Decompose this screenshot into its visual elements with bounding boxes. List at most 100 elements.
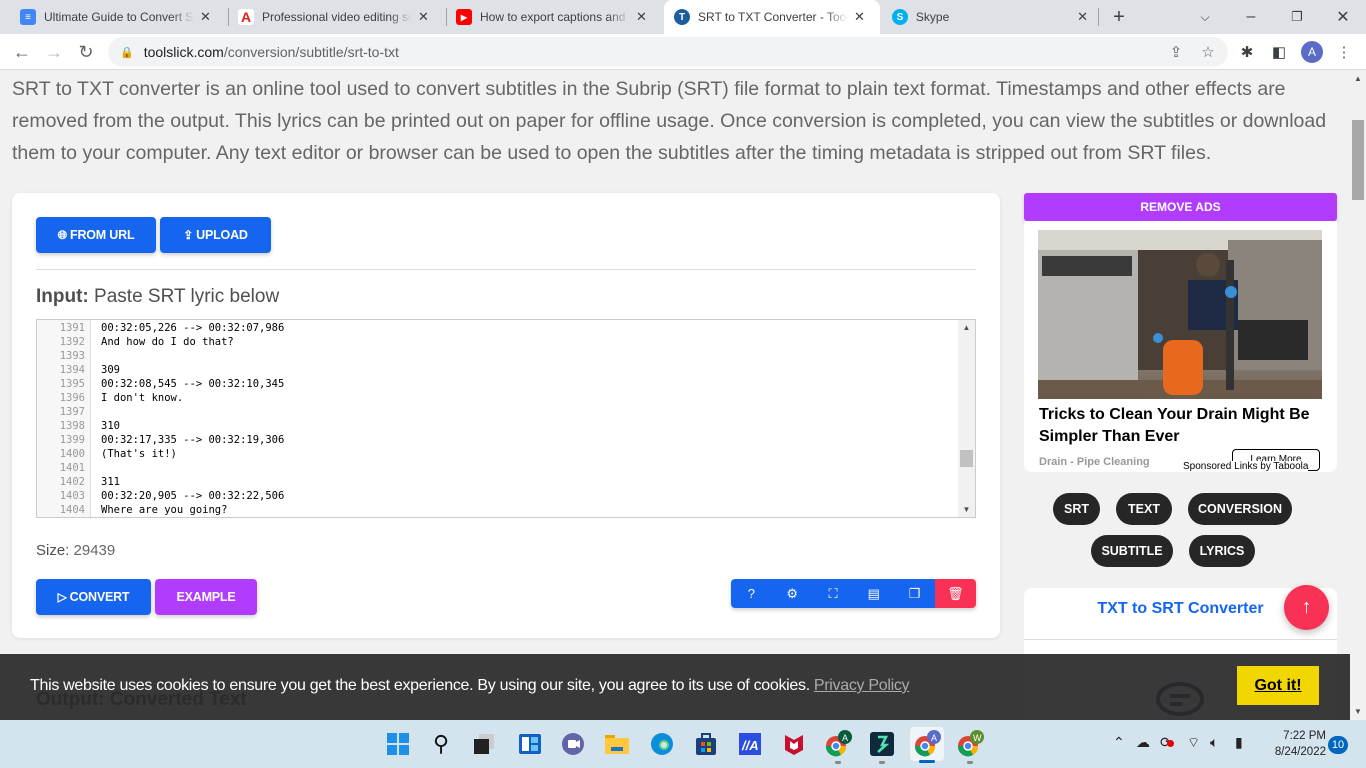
reload-button[interactable]: ↻ bbox=[74, 40, 98, 64]
sponsored-ad[interactable]: Tricks to Clean Your Drain Might Be Simp… bbox=[1024, 221, 1337, 472]
file-explorer-icon[interactable] bbox=[603, 730, 631, 758]
upload-button[interactable]: ⇪ UPLOAD bbox=[160, 217, 271, 253]
privacy-policy-link[interactable]: Privacy Policy bbox=[814, 677, 910, 694]
scroll-down-arrow-icon[interactable]: ▼ bbox=[1350, 707, 1366, 716]
help-icon[interactable]: ? bbox=[731, 579, 772, 608]
settings-gear-icon[interactable]: ⚙ bbox=[771, 579, 813, 608]
code-line[interactable]: (That's it!) bbox=[101, 447, 177, 461]
tag-conversion[interactable]: CONVERSION bbox=[1188, 493, 1292, 525]
code-line[interactable]: And how do I do that? bbox=[101, 335, 234, 349]
new-tab-button[interactable]: + bbox=[1096, 0, 1142, 34]
chrome-profile-w-icon[interactable]: W bbox=[956, 730, 984, 764]
code-line[interactable]: 310 bbox=[101, 419, 120, 433]
close-tab-icon[interactable]: ✕ bbox=[854, 9, 865, 25]
convert-button[interactable]: ▷ CONVERT bbox=[36, 579, 151, 615]
tab-adobe[interactable]: A Professional video editing software ✕ bbox=[228, 0, 444, 34]
scroll-up-arrow-icon[interactable]: ▲ bbox=[958, 323, 975, 332]
code-line[interactable]: Where are you going? bbox=[101, 503, 227, 517]
upload-icon: ⇪ bbox=[183, 228, 194, 242]
widgets-icon[interactable] bbox=[516, 730, 544, 758]
share-icon[interactable]: ⇪ bbox=[1166, 42, 1186, 62]
scroll-down-arrow-icon[interactable]: ▼ bbox=[958, 505, 975, 514]
tag-srt[interactable]: SRT bbox=[1053, 493, 1100, 525]
microsoft-store-icon[interactable] bbox=[692, 730, 720, 758]
onedrive-cloud-icon[interactable]: ☁ bbox=[1136, 734, 1150, 751]
app-ma-icon[interactable]: //A bbox=[736, 730, 764, 758]
back-to-top-arrow-icon[interactable]: ↑ bbox=[1284, 585, 1329, 630]
code-line[interactable]: 311 bbox=[101, 475, 120, 489]
line-number: 1400 bbox=[59, 448, 85, 460]
wifi-icon[interactable]: ⌔ bbox=[1187, 734, 1200, 752]
divider bbox=[1024, 639, 1337, 640]
intro-paragraph: SRT to TXT converter is an online tool u… bbox=[12, 78, 1327, 164]
ad-sponsor-link[interactable]: Sponsored Links by Taboola bbox=[1183, 461, 1309, 472]
tag-subtitle[interactable]: SUBTITLE bbox=[1091, 535, 1173, 567]
clock-time: 7:22 PM bbox=[1283, 730, 1326, 742]
system-clock[interactable]: 7:22 PM 8/24/2022 bbox=[1262, 728, 1326, 760]
notification-count-badge[interactable]: 10 bbox=[1328, 736, 1348, 754]
extensions-puzzle-icon[interactable]: ✱ bbox=[1237, 42, 1257, 62]
line-number: 1399 bbox=[59, 434, 85, 446]
close-tab-icon[interactable]: ✕ bbox=[1077, 9, 1088, 25]
code-line[interactable]: 00:32:17,335 --> 00:32:19,306 bbox=[101, 433, 284, 447]
code-line[interactable]: 309 bbox=[101, 363, 120, 377]
tab-search-chevron-icon[interactable]: ⌵ bbox=[1182, 0, 1228, 34]
tag-lyrics[interactable]: LYRICS bbox=[1189, 535, 1255, 567]
menu-kebab-icon[interactable]: ⋮ bbox=[1334, 42, 1354, 62]
chrome-profile-a-active-icon[interactable]: A bbox=[910, 727, 944, 763]
tab-youtube[interactable]: ▶ How to export captions and subtitles ✕ bbox=[446, 0, 662, 34]
size-readout: Size: 29439 bbox=[36, 542, 116, 559]
start-windows-icon[interactable] bbox=[384, 730, 412, 758]
sync-alert-icon[interactable]: ⟳ bbox=[1160, 734, 1174, 751]
editor-scrollbar-thumb[interactable] bbox=[960, 450, 973, 467]
from-url-button[interactable]: 🌐︎ FROM URL bbox=[36, 217, 156, 253]
chrome-profile-a-green-icon[interactable]: A bbox=[824, 730, 852, 764]
scroll-up-arrow-icon[interactable]: ▲ bbox=[1350, 74, 1366, 83]
tab-skype[interactable]: S Skype ✕ bbox=[882, 0, 1098, 34]
remove-ads-button[interactable]: REMOVE ADS bbox=[1024, 193, 1337, 221]
address-bar[interactable]: 🔒 toolslick.com/conversion/subtitle/srt-… bbox=[108, 37, 1228, 67]
task-view-icon[interactable] bbox=[470, 730, 498, 758]
cookie-accept-button[interactable]: Got it! bbox=[1237, 666, 1319, 705]
battery-charging-icon[interactable]: ▮ bbox=[1235, 734, 1243, 751]
close-window-button[interactable]: ✕ bbox=[1320, 0, 1366, 34]
side-panel-icon[interactable]: ◧ bbox=[1269, 42, 1289, 62]
filmora-icon[interactable] bbox=[868, 730, 896, 764]
close-tab-icon[interactable]: ✕ bbox=[418, 9, 429, 25]
srt-input-editor[interactable]: 1391 1392 1393 1394 1395 1396 1397 1398 1399 1400… bbox=[36, 319, 976, 518]
mcafee-icon[interactable] bbox=[780, 730, 808, 758]
editor-scrollbar[interactable]: ▲ ▼ bbox=[958, 320, 975, 517]
back-button[interactable]: ← bbox=[10, 40, 34, 64]
search-icon[interactable]: ⚲ bbox=[427, 730, 455, 758]
page-scrollbar[interactable]: ▲ ▼ bbox=[1350, 70, 1366, 720]
volume-icon[interactable]: 🔈︎ bbox=[1210, 734, 1218, 751]
profile-avatar[interactable]: A bbox=[1301, 41, 1323, 63]
close-tab-icon[interactable]: ✕ bbox=[200, 9, 211, 25]
line-number: 1391 bbox=[59, 322, 85, 334]
teams-chat-icon[interactable] bbox=[559, 730, 587, 758]
document-list-icon[interactable]: ▤ bbox=[853, 579, 895, 608]
copy-icon[interactable]: ❐ bbox=[894, 579, 935, 608]
ad-image[interactable] bbox=[1038, 230, 1322, 399]
close-tab-icon[interactable]: ✕ bbox=[636, 9, 647, 25]
fullscreen-icon[interactable]: ⛶ bbox=[812, 579, 854, 608]
bookmark-star-icon[interactable]: ☆ bbox=[1198, 42, 1218, 62]
ad-title[interactable]: Tricks to Clean Your Drain Might Be Simp… bbox=[1039, 404, 1329, 448]
line-number: 1395 bbox=[59, 378, 85, 390]
example-button[interactable]: EXAMPLE bbox=[155, 579, 257, 615]
tag-text[interactable]: TEXT bbox=[1116, 493, 1172, 525]
edge-browser-icon[interactable] bbox=[648, 730, 676, 758]
code-line[interactable]: 00:32:08,545 --> 00:32:10,345 bbox=[101, 377, 284, 391]
divider bbox=[36, 269, 976, 270]
code-line[interactable]: 00:32:05,226 --> 00:32:07,986 bbox=[101, 321, 284, 335]
code-line[interactable]: I don't know. bbox=[101, 391, 183, 405]
restore-button[interactable]: ❐ bbox=[1274, 0, 1320, 34]
show-hidden-icons-chevron-icon[interactable]: ⌃ bbox=[1113, 734, 1125, 751]
tab-srt-to-txt[interactable]: T SRT to TXT Converter - Tool Slick ✕ bbox=[664, 0, 880, 34]
page-scrollbar-thumb[interactable] bbox=[1352, 120, 1364, 200]
minimize-button[interactable]: – bbox=[1228, 0, 1274, 34]
tab-ultimate-guide[interactable]: ≡ Ultimate Guide to Convert SRT to TXT ✕ bbox=[10, 0, 226, 34]
code-line[interactable]: 00:32:20,905 --> 00:32:22,506 bbox=[101, 489, 284, 503]
trash-icon[interactable]: 🗑︎ bbox=[934, 579, 976, 608]
forward-button[interactable]: → bbox=[42, 40, 66, 64]
